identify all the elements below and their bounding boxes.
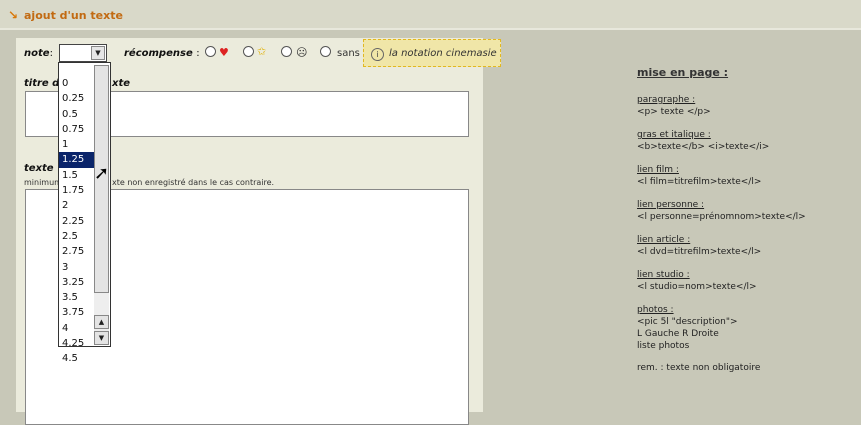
header-bar: ↘ ajout d'un texte [0, 0, 861, 30]
radio-sans[interactable] [320, 46, 331, 57]
texte-label: texte [24, 163, 54, 174]
help-section: photos : <pic 5l "description"> L Gauche R… [637, 304, 852, 352]
scroll-down-icon[interactable]: ▼ [94, 331, 109, 345]
skull-icon: ☹ [296, 46, 308, 59]
dropdown-option[interactable]: 1.75 [59, 183, 95, 198]
help-section-code: <l dvd=titrefilm>texte</l> [637, 247, 762, 257]
help-title: mise en page : [637, 66, 729, 79]
dropdown-option[interactable]: 4.5 [59, 351, 95, 366]
arrow-icon: ↘ [8, 8, 19, 22]
help-section-title: photos : [637, 305, 674, 315]
help-section-title: paragraphe : [637, 95, 696, 105]
titre-label-right: xte [112, 78, 131, 89]
radio-star[interactable] [243, 46, 254, 57]
hint-right: xte non enregistré dans le cas contraire… [112, 178, 275, 187]
help-section-title: gras et italique : [637, 130, 711, 140]
page-title: ajout d'un texte [24, 9, 123, 22]
star-icon: ✩ [257, 45, 267, 58]
help-section: lien personne : <l personne=prénomnom>tex… [637, 199, 852, 223]
note-dropdown-list[interactable]: 0 0.25 0.5 0.75 1 1.25 1.5 1.75 2 2.25 2.5 2.75 3 3.2… [58, 62, 111, 364]
help-section-title: lien studio : [637, 270, 690, 280]
dropdown-option[interactable]: 0.5 [59, 107, 95, 122]
help-section: gras et italique : <b>texte</b> <i>texte<… [637, 129, 852, 153]
dropdown-option[interactable]: 1.5 [59, 168, 95, 183]
dropdown-option[interactable]: 3.75 [59, 305, 95, 320]
help-section-code: <pic 5l "description"> [637, 317, 738, 327]
dropdown-option[interactable]: 1 [59, 137, 95, 152]
dropdown-scrollbar[interactable]: ▲ ▼ [94, 65, 109, 345]
dropdown-option[interactable]: 0 [59, 76, 95, 91]
dropdown-option[interactable]: 2.25 [59, 214, 95, 229]
dropdown-option[interactable]: 2 [59, 198, 95, 213]
scroll-up-icon[interactable]: ▲ [94, 315, 109, 329]
chevron-down-icon[interactable]: ▼ [91, 46, 105, 60]
help-footer: rem. : texte non obligatoire [637, 363, 761, 373]
help-section-title: lien film : [637, 165, 679, 175]
dropdown-option[interactable]: 3.5 [59, 290, 95, 305]
sans-label: sans [337, 48, 360, 59]
dropdown-option[interactable]: 4 [59, 321, 95, 336]
recompense-label: récompense : [124, 48, 200, 59]
dropdown-option[interactable]: 2.75 [59, 244, 95, 259]
help-panel: mise en page : paragraphe : <p> texte </p… [637, 66, 852, 373]
mouse-cursor-icon: ➚ [94, 163, 110, 184]
help-section: lien article : <l dvd=titrefilm>texte</l> [637, 234, 852, 258]
help-section-code: <l film=titrefilm>texte</l> [637, 177, 762, 187]
help-section: lien film : <l film=titrefilm>texte</l> [637, 164, 852, 188]
help-section-code: <p> texte </p> [637, 107, 711, 117]
help-section-code: <b>texte</b> <i>texte</i> [637, 142, 770, 152]
dropdown-option[interactable]: 3 [59, 260, 95, 275]
dropdown-option[interactable]: 2.5 [59, 229, 95, 244]
titre-label-left: titre d [24, 78, 60, 89]
help-section-title: lien personne : [637, 200, 705, 210]
dropdown-option[interactable]: 0.25 [59, 91, 95, 106]
radio-heart[interactable] [205, 46, 216, 57]
note-select[interactable]: ▼ [59, 44, 107, 62]
help-section-code: <l studio=nom>texte</l> [637, 282, 757, 292]
help-section-code: <l personne=prénomnom>texte</l> [637, 212, 806, 222]
help-section-code: L Gauche R Droite [637, 329, 719, 339]
notation-badge[interactable]: i la notation cinemasie [363, 39, 501, 67]
dropdown-option[interactable]: 3.25 [59, 275, 95, 290]
radio-skull[interactable] [281, 46, 292, 57]
dropdown-option[interactable]: 4.25 [59, 336, 95, 351]
help-section: lien studio : <l studio=nom>texte</l> [637, 269, 852, 293]
info-icon: i [371, 48, 384, 61]
heart-icon: ♥ [219, 46, 229, 59]
hint-left: minimum [24, 178, 62, 187]
note-options[interactable]: 0 0.25 0.5 0.75 1 1.25 1.5 1.75 2 2.25 2.5 2.75 3 3.2… [59, 76, 95, 367]
note-label: note: [24, 48, 53, 59]
help-section-title: lien article : [637, 235, 691, 245]
notation-link[interactable]: la notation cinemasie [389, 48, 497, 59]
help-section-code: liste photos [637, 341, 690, 351]
help-section: paragraphe : <p> texte </p> [637, 94, 852, 118]
dropdown-option[interactable]: 1.25 [59, 152, 95, 168]
dropdown-option[interactable]: 0.75 [59, 122, 95, 137]
